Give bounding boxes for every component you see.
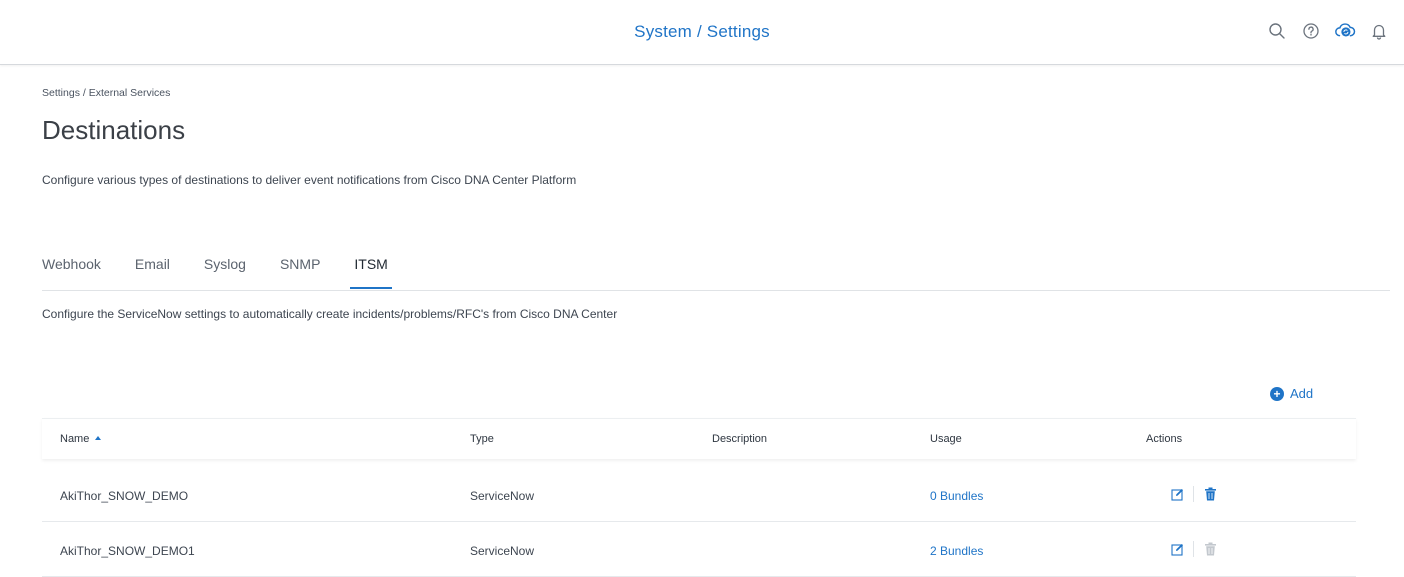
row-usage-link[interactable]: 0 Bundles bbox=[930, 489, 983, 503]
destination-tabs: Webhook Email Syslog SNMP ITSM bbox=[42, 256, 422, 290]
add-button-label: Add bbox=[1290, 386, 1314, 401]
add-circle-icon: + bbox=[1270, 386, 1284, 401]
sort-ascending-icon bbox=[95, 436, 102, 440]
breadcrumb[interactable]: Settings / External Services bbox=[42, 87, 170, 99]
table-row: AkiThor_SNOW_DEMO1 ServiceNow 2 Bundles bbox=[42, 522, 1356, 577]
edit-icon[interactable] bbox=[1169, 486, 1185, 502]
header-toolbar bbox=[1266, 20, 1390, 42]
delete-icon[interactable] bbox=[1202, 486, 1218, 502]
column-header-name[interactable]: Name bbox=[60, 433, 102, 445]
row-type: ServiceNow bbox=[470, 489, 535, 503]
row-name: AkiThor_SNOW_DEMO bbox=[60, 489, 189, 503]
column-header-actions: Actions bbox=[1146, 433, 1183, 445]
tabs-divider bbox=[42, 290, 1390, 291]
page-description: Configure various types of destinations … bbox=[42, 173, 577, 187]
tab-itsm[interactable]: ITSM bbox=[350, 256, 393, 290]
top-navigation-bar: System / Settings bbox=[0, 0, 1404, 65]
notifications-bell-icon[interactable] bbox=[1368, 20, 1390, 42]
action-divider bbox=[1193, 541, 1194, 557]
action-divider bbox=[1193, 486, 1194, 502]
row-actions bbox=[1169, 486, 1218, 502]
tab-email[interactable]: Email bbox=[135, 256, 170, 290]
delete-icon-disabled bbox=[1202, 541, 1218, 557]
search-icon[interactable] bbox=[1266, 20, 1288, 42]
row-actions bbox=[1169, 541, 1218, 557]
row-type: ServiceNow bbox=[470, 544, 535, 558]
destinations-table: Name Type Description Usage Actions AkiT… bbox=[42, 418, 1356, 577]
page-title: Destinations bbox=[42, 115, 186, 145]
column-header-description[interactable]: Description bbox=[712, 433, 767, 445]
column-header-usage[interactable]: Usage bbox=[930, 433, 962, 445]
row-name: AkiThor_SNOW_DEMO1 bbox=[60, 544, 195, 558]
help-icon[interactable] bbox=[1300, 20, 1322, 42]
tab-syslog[interactable]: Syslog bbox=[204, 256, 246, 290]
row-usage-link[interactable]: 2 Bundles bbox=[930, 544, 983, 558]
column-header-type[interactable]: Type bbox=[470, 433, 494, 445]
app-title: System / Settings bbox=[634, 22, 770, 41]
edit-icon[interactable] bbox=[1169, 541, 1185, 557]
tab-snmp[interactable]: SNMP bbox=[280, 256, 320, 290]
add-button[interactable]: + Add bbox=[1270, 386, 1313, 401]
cloud-sync-icon[interactable] bbox=[1334, 20, 1356, 42]
tab-webhook[interactable]: Webhook bbox=[42, 256, 101, 290]
table-row: AkiThor_SNOW_DEMO ServiceNow 0 Bundles bbox=[42, 467, 1356, 522]
table-header: Name Type Description Usage Actions bbox=[42, 418, 1356, 459]
itsm-description: Configure the ServiceNow settings to aut… bbox=[42, 307, 618, 321]
